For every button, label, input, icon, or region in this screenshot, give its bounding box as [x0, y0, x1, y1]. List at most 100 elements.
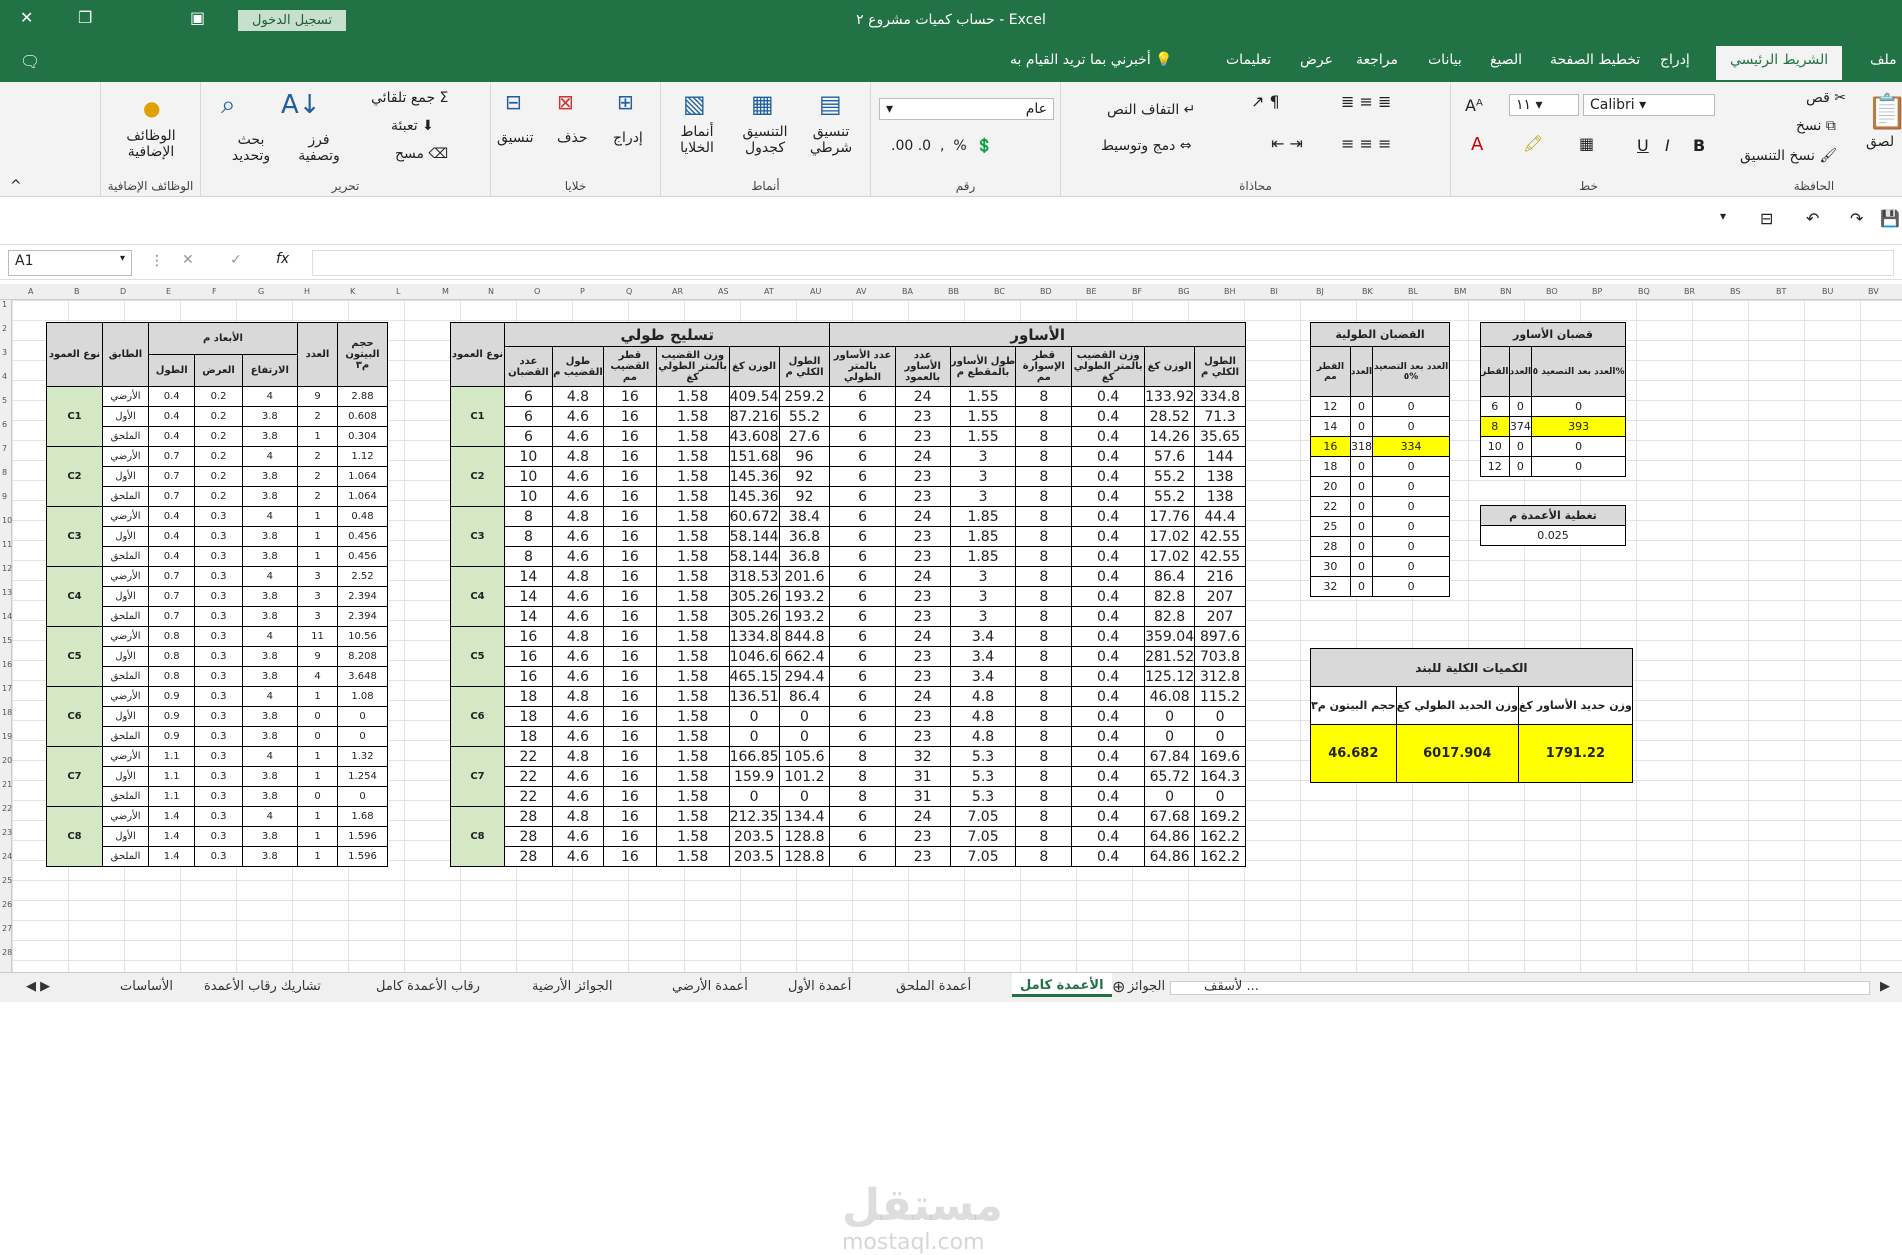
column-header[interactable]: BQ — [1638, 287, 1650, 296]
enter-formula-icon[interactable]: ✓ — [230, 252, 242, 268]
column-header[interactable]: AU — [810, 287, 821, 296]
row-header[interactable]: 26 — [2, 900, 12, 909]
row-header[interactable]: 24 — [2, 852, 12, 861]
underline-button[interactable]: U — [1637, 136, 1649, 155]
sheet-tab[interactable]: الجوائز الأرضية — [532, 979, 612, 994]
row-header[interactable]: 19 — [2, 732, 12, 741]
format-cells-icon[interactable]: ⊟ — [505, 90, 522, 114]
column-header[interactable]: AR — [672, 287, 683, 296]
find-select-button[interactable]: بحث وتحديد — [221, 132, 281, 164]
row-header[interactable]: 15 — [2, 636, 12, 645]
collapse-ribbon-icon[interactable]: ^ — [10, 178, 22, 194]
insert-cells-icon[interactable]: ⊞ — [617, 90, 634, 114]
format-as-table-button[interactable]: التنسيق كجدول — [733, 124, 797, 156]
format-table-icon[interactable]: ▦ — [751, 90, 774, 118]
column-header[interactable]: BD — [1040, 287, 1052, 296]
fill-button[interactable]: تعبئة ⬇ — [391, 118, 434, 134]
conditional-format-icon[interactable]: ▤ — [819, 90, 842, 118]
horizontal-scrollbar[interactable] — [1170, 981, 1870, 995]
column-header[interactable]: BA — [902, 287, 913, 296]
row-header[interactable]: 2 — [2, 324, 7, 333]
tab-data[interactable]: بيانات — [1428, 52, 1462, 68]
column-header[interactable]: BR — [1684, 287, 1695, 296]
column-header[interactable]: N — [488, 287, 494, 296]
autosum-button[interactable]: جمع تلقائي Σ — [371, 90, 448, 106]
column-header[interactable]: BF — [1132, 287, 1142, 296]
tab-formulas[interactable]: الصيغ — [1490, 52, 1522, 68]
currency-percent-icon[interactable]: .00 .0 , % 💲 — [891, 138, 993, 154]
format-cells-button[interactable]: تنسيق — [497, 130, 534, 146]
column-header[interactable]: BB — [948, 287, 959, 296]
row-header[interactable]: 1 — [2, 300, 7, 309]
add-sheet-icon[interactable]: ⊕ — [1112, 977, 1125, 996]
paste-button[interactable]: لصق — [1866, 134, 1894, 150]
column-header[interactable]: BI — [1270, 287, 1278, 296]
conditional-format-button[interactable]: تنسيق شرطي — [801, 124, 861, 156]
tell-me-box[interactable]: أخبرني بما تريد القيام به 💡 — [1010, 52, 1173, 68]
sheet-tab[interactable]: رقاب الأعمدة كامل — [376, 979, 480, 994]
italic-button[interactable]: I — [1665, 136, 1670, 155]
column-header[interactable]: H — [304, 287, 310, 296]
column-header[interactable]: BK — [1362, 287, 1373, 296]
font-color-icon[interactable]: A — [1471, 134, 1483, 155]
column-header[interactable]: Q — [626, 287, 632, 296]
format-painter-button[interactable]: نسخ التنسيق 🖌 — [1740, 148, 1837, 164]
cut-button[interactable]: قص ✂ — [1806, 90, 1846, 106]
sheet-tab[interactable]: الأعمدة كامل — [1012, 973, 1112, 997]
sheet-tab[interactable]: تشاريك رقاب الأعمدة — [204, 979, 321, 994]
grow-font-icon[interactable]: Aᴬ — [1465, 96, 1483, 115]
row-header[interactable]: 3 — [2, 348, 7, 357]
row-header[interactable]: 6 — [2, 420, 7, 429]
formula-input[interactable] — [312, 250, 1894, 276]
sheet-tab[interactable]: أعمدة الأول — [788, 979, 851, 994]
row-header[interactable]: 20 — [2, 756, 12, 765]
column-header[interactable]: D — [120, 287, 126, 296]
sheet-tab[interactable]: أعمدة الأرضي — [672, 979, 748, 994]
find-select-icon[interactable]: ⌕ — [221, 90, 236, 121]
font-size-dropdown[interactable]: ١١ ▾ — [1509, 94, 1579, 116]
hscroll-right-icon[interactable]: ▶ — [1880, 979, 1890, 994]
insert-function-icon[interactable]: fx — [276, 251, 289, 267]
row-header[interactable]: 5 — [2, 396, 7, 405]
orientation-icon[interactable]: ↗ ¶ — [1251, 92, 1280, 111]
paste-icon[interactable]: 📋 — [1866, 92, 1902, 132]
indent-icon[interactable]: ⇤ ⇥ — [1271, 134, 1303, 153]
sort-filter-icon[interactable]: A↓ — [281, 90, 321, 120]
row-header[interactable]: 13 — [2, 588, 12, 597]
row-header[interactable]: 7 — [2, 444, 7, 453]
redo-icon[interactable]: ↷ — [1850, 209, 1863, 228]
column-header[interactable]: F — [212, 287, 217, 296]
column-header[interactable]: BE — [1086, 287, 1097, 296]
column-header[interactable]: BJ — [1316, 287, 1324, 296]
font-name-dropdown[interactable]: Calibri ▾ — [1583, 94, 1715, 116]
sheet-tab[interactable]: الأساسات — [120, 979, 173, 994]
column-header[interactable]: M — [442, 287, 449, 296]
copy-button[interactable]: نسخ ⧉ — [1796, 118, 1836, 134]
column-header[interactable]: BL — [1408, 287, 1418, 296]
formula-options-icon[interactable]: ⋮ — [150, 253, 164, 269]
column-header[interactable]: BP — [1592, 287, 1602, 296]
worksheet-grid[interactable]: نوع العمود الطابق الأبعاد م العدد حجم البيتو… — [12, 300, 1902, 1255]
sheet-tab[interactable]: الجوائز — [1128, 979, 1165, 994]
borders-icon[interactable]: ▦ — [1579, 134, 1594, 153]
row-header[interactable]: 12 — [2, 564, 12, 573]
comments-icon[interactable]: 🗨 — [20, 52, 40, 71]
name-box[interactable]: A1 ▾ — [8, 250, 132, 276]
column-header[interactable]: BT — [1776, 287, 1786, 296]
fill-color-icon[interactable]: 🖍 — [1523, 134, 1543, 153]
tab-view[interactable]: عرض — [1300, 52, 1333, 68]
column-header[interactable]: BV — [1868, 287, 1879, 296]
clear-button[interactable]: مسح ⌫ — [395, 146, 448, 162]
merge-center-button[interactable]: دمج وتوسيط ⇔ — [1101, 138, 1192, 154]
number-format-dropdown[interactable]: ▾ عام — [879, 98, 1054, 120]
addins-icon[interactable]: ● — [143, 96, 160, 120]
column-header[interactable]: K — [350, 287, 355, 296]
wrap-text-button[interactable]: التفاف النص ↵ — [1107, 102, 1195, 118]
column-header[interactable]: BM — [1454, 287, 1466, 296]
align-left-icon[interactable]: ≡ ≡ ≡ — [1341, 134, 1391, 153]
column-header[interactable]: BC — [994, 287, 1005, 296]
view-toggle-icon[interactable]: ⊟ — [1760, 209, 1773, 228]
align-top-icon[interactable]: ≣ ≡ ≣ — [1341, 92, 1391, 111]
column-header[interactable]: P — [580, 287, 585, 296]
column-header[interactable]: BS — [1730, 287, 1740, 296]
